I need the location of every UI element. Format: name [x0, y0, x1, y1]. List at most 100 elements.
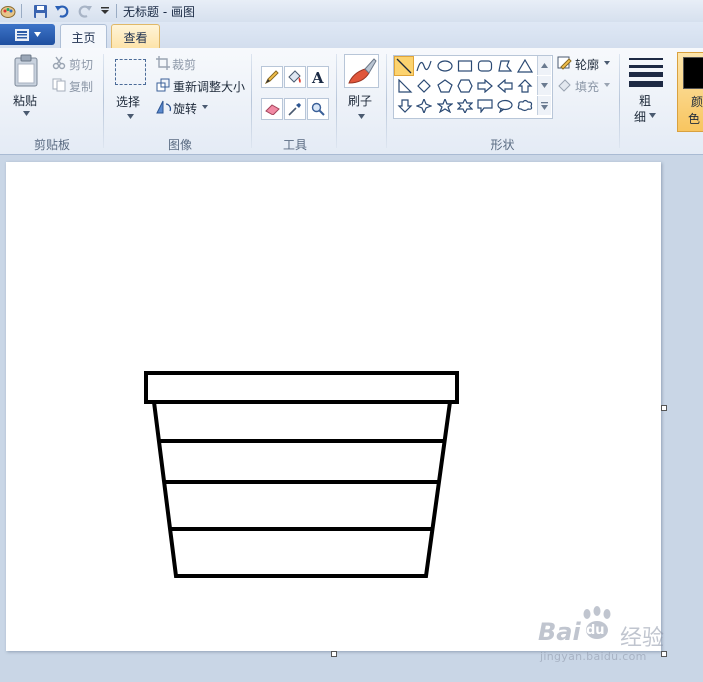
- qa-separator: [116, 4, 117, 18]
- window-title: 无标题 - 画图: [123, 5, 195, 19]
- shape-diamond-icon[interactable]: [414, 76, 433, 95]
- crop-button[interactable]: 裁剪: [172, 56, 196, 73]
- watermark-url: jingyan.baidu.com: [540, 650, 647, 663]
- watermark-sub: 经验: [620, 626, 665, 651]
- chevron-down-icon[interactable]: [23, 111, 30, 116]
- bucket-drawing: [144, 371, 459, 578]
- size-label-line2[interactable]: 细: [634, 108, 646, 125]
- chevron-down-icon[interactable]: [358, 114, 365, 119]
- paint-app-icon[interactable]: [0, 3, 16, 19]
- customize-qa-dropdown-icon[interactable]: [97, 3, 113, 19]
- chevron-down-icon[interactable]: [604, 61, 610, 65]
- color-picker-icon[interactable]: [284, 98, 306, 120]
- text-tool-icon[interactable]: A: [307, 66, 329, 88]
- paste-icon[interactable]: [12, 54, 40, 88]
- chevron-down-icon[interactable]: [604, 83, 610, 87]
- shape-rectangle-icon[interactable]: [455, 56, 474, 75]
- shape-cloud-callout-icon[interactable]: [515, 96, 534, 115]
- group-separator: [251, 54, 252, 148]
- shape-five-point-star-icon[interactable]: [435, 96, 454, 115]
- shape-hexagon-icon[interactable]: [455, 76, 474, 95]
- shape-rounded-rectangle-icon[interactable]: [475, 56, 494, 75]
- shape-polygon-icon[interactable]: [495, 56, 514, 75]
- canvas-resize-handle-right[interactable]: [661, 405, 667, 411]
- color1-label-line1: 颜: [691, 95, 703, 109]
- tab-view[interactable]: 查看: [111, 24, 160, 50]
- copy-icon: [52, 78, 66, 92]
- chevron-down-icon[interactable]: [127, 114, 134, 119]
- scissors-icon: [52, 56, 66, 70]
- shape-six-point-star-icon[interactable]: [455, 96, 474, 115]
- brush-icon[interactable]: [344, 54, 379, 88]
- undo-icon[interactable]: [54, 3, 70, 19]
- shape-triangle-icon[interactable]: [515, 56, 534, 75]
- fill-icon: [558, 79, 571, 92]
- chevron-down-icon: [33, 32, 41, 37]
- save-icon[interactable]: [32, 3, 48, 19]
- select-button[interactable]: 选择: [116, 93, 140, 110]
- drawing-canvas[interactable]: [6, 162, 661, 651]
- shape-four-point-star-icon[interactable]: [414, 96, 433, 115]
- outline-icon: [557, 56, 572, 70]
- shape-curve-icon[interactable]: [414, 56, 433, 75]
- crop-icon: [156, 56, 170, 70]
- watermark-brand-2: du: [586, 623, 605, 638]
- shape-pentagon-icon[interactable]: [435, 76, 454, 95]
- title-bar: 无标题 - 画图: [0, 0, 703, 23]
- fill-bucket-icon[interactable]: [284, 66, 306, 88]
- copy-button[interactable]: 复制: [69, 78, 93, 95]
- magnifier-icon[interactable]: [307, 98, 329, 120]
- line-width-icon[interactable]: [629, 58, 663, 87]
- cut-button[interactable]: 剪切: [69, 56, 93, 73]
- rotate-icon: [156, 100, 172, 114]
- ribbon-tab-row: 主页 查看: [0, 22, 703, 50]
- shape-arrow-left-icon[interactable]: [495, 76, 514, 95]
- watermark-brand: Bai: [538, 618, 581, 646]
- group-separator: [336, 54, 337, 148]
- shapes-expand-icon[interactable]: [537, 96, 551, 115]
- shape-rect-callout-icon[interactable]: [475, 96, 494, 115]
- bucket-rim: [144, 371, 459, 404]
- group-label-clipboard: 剪贴板: [33, 138, 70, 152]
- redo-icon[interactable]: [77, 3, 93, 19]
- group-label-tools: 工具: [282, 138, 307, 152]
- eraser-icon[interactable]: [261, 98, 283, 120]
- pencil-icon[interactable]: [261, 66, 283, 88]
- shape-right-triangle-icon[interactable]: [395, 76, 414, 95]
- outline-button[interactable]: 轮廓: [575, 56, 599, 73]
- resize-button[interactable]: 重新调整大小: [173, 78, 245, 95]
- rotate-button[interactable]: 旋转: [173, 100, 197, 117]
- shape-oval-icon[interactable]: [435, 56, 454, 75]
- menu-icon: [14, 28, 29, 41]
- color1-button[interactable]: 颜 色: [677, 52, 703, 132]
- qa-separator: [21, 4, 22, 18]
- shapes-scroll-down-icon[interactable]: [537, 76, 551, 95]
- resize-icon: [156, 78, 170, 92]
- shape-oval-callout-icon[interactable]: [495, 96, 514, 115]
- group-label-image: 图像: [167, 138, 192, 152]
- group-separator: [103, 54, 104, 148]
- shape-line-selected[interactable]: [394, 56, 414, 76]
- tab-home[interactable]: 主页: [60, 24, 107, 49]
- group-label-shapes: 形状: [490, 138, 515, 152]
- baidu-watermark: Bai du 经验 jingyan.baidu.com: [538, 606, 698, 672]
- shapes-scroll-up-icon[interactable]: [537, 56, 551, 75]
- brush-button[interactable]: 刷子: [348, 92, 372, 109]
- size-label-line1[interactable]: 粗: [639, 92, 651, 109]
- chevron-down-icon[interactable]: [649, 113, 656, 118]
- paint-menu-button[interactable]: [0, 24, 55, 45]
- canvas-resize-handle-bottom[interactable]: [331, 651, 337, 657]
- shape-arrow-up-icon[interactable]: [515, 76, 534, 95]
- color1-swatch: [683, 57, 703, 89]
- chevron-down-icon[interactable]: [202, 105, 208, 109]
- paste-button[interactable]: 粘贴: [13, 92, 37, 109]
- svg-text:A: A: [311, 70, 324, 84]
- bucket-body: [152, 401, 452, 578]
- select-icon[interactable]: [115, 59, 146, 85]
- group-separator: [619, 54, 620, 148]
- shape-arrow-down-icon[interactable]: [395, 96, 414, 115]
- shape-arrow-right-icon[interactable]: [475, 76, 494, 95]
- fill-button[interactable]: 填充: [575, 78, 599, 95]
- ribbon: 粘贴 剪切 复制 剪贴板 选择 裁剪 重新调整大小 旋转 图像 A 工具 刷子: [0, 48, 703, 155]
- color1-label-line2: 色: [688, 112, 701, 126]
